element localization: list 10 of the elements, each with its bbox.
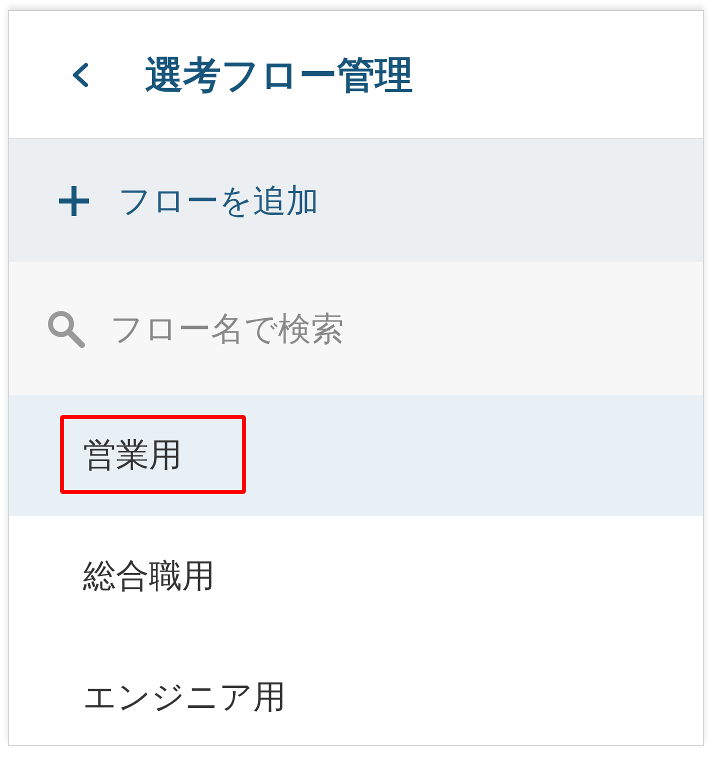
flow-list-item[interactable]: 営業用 (9, 395, 703, 516)
search-icon (47, 310, 85, 348)
back-button[interactable] (70, 62, 90, 88)
flow-list-item[interactable]: エンジニア用 (9, 637, 703, 745)
flow-list-item[interactable]: 総合職用 (9, 516, 703, 637)
add-flow-button[interactable]: フローを追加 (9, 139, 703, 262)
chevron-left-icon (70, 62, 90, 88)
page-title: 選考フロー管理 (145, 52, 413, 98)
search-field[interactable]: フロー名で検索 (110, 308, 630, 348)
plus-icon (58, 184, 90, 216)
